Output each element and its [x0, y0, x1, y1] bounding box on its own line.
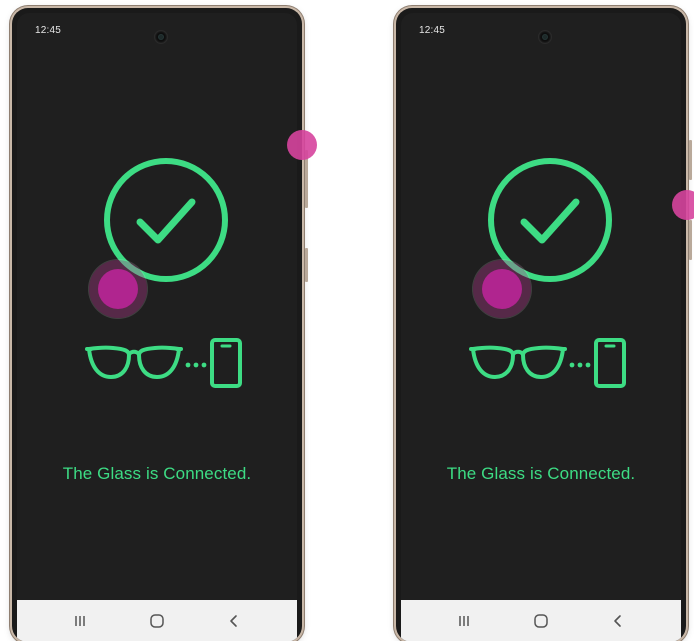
back-button[interactable]	[600, 606, 636, 636]
recents-button[interactable]	[446, 606, 482, 636]
phone-screen: 12:45 The Glass is Connected.	[17, 13, 297, 641]
side-button	[689, 140, 692, 180]
glasses-phone-pair-icon	[85, 338, 242, 388]
stage: 12:45 The Glass is Connected. 12:45 The …	[0, 0, 694, 641]
home-button[interactable]	[523, 606, 559, 636]
side-button	[305, 248, 308, 282]
phone-frame-left: 12:45 The Glass is Connected.	[12, 8, 302, 641]
connection-status-message: The Glass is Connected.	[62, 464, 252, 483]
glasses-phone-pair-icon	[469, 338, 626, 388]
recents-button[interactable]	[62, 606, 98, 636]
navigation-bar	[17, 600, 297, 641]
home-icon	[150, 614, 164, 628]
side-button	[305, 150, 308, 208]
connection-status-message: The Glass is Connected.	[446, 464, 636, 483]
back-icon	[230, 615, 238, 627]
check-circle-icon	[104, 158, 228, 282]
navigation-bar	[401, 600, 681, 641]
phone-screen: 12:45 The Glass is Connected.	[401, 13, 681, 641]
back-button[interactable]	[216, 606, 252, 636]
check-circle-icon	[488, 158, 612, 282]
front-camera-icon	[539, 31, 551, 43]
status-time: 12:45	[419, 25, 446, 36]
home-icon	[534, 614, 548, 628]
recents-icon	[458, 616, 469, 626]
phone-frame-right: 12:45 The Glass is Connected.	[396, 8, 686, 641]
home-button[interactable]	[139, 606, 175, 636]
front-camera-icon	[155, 31, 167, 43]
side-button	[689, 220, 692, 260]
recents-icon	[74, 616, 85, 626]
status-time: 12:45	[35, 25, 62, 36]
back-icon	[614, 615, 622, 627]
